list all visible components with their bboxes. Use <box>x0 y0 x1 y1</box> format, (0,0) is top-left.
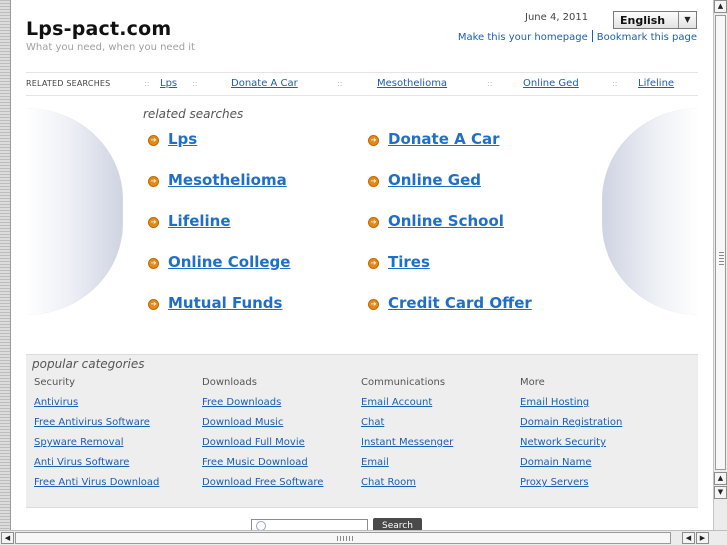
separator: :: <box>192 79 198 88</box>
site-title[interactable]: Lps-pact.com <box>26 18 171 40</box>
category-link[interactable]: Network Security <box>520 437 622 457</box>
scroll-up-arrow-icon[interactable]: ▲ <box>714 472 727 485</box>
category-heading: Security <box>34 377 76 388</box>
keyword-link[interactable]: Online School <box>388 212 504 230</box>
popular-categories-panel: popular categories Security Antivirus Fr… <box>26 354 698 508</box>
chevron-down-icon[interactable]: ▼ <box>678 12 696 28</box>
browser-frame-left <box>0 0 11 530</box>
arrow-circle-icon: ➔ <box>148 217 159 228</box>
scroll-left-arrow-icon[interactable]: ◀ <box>1 532 14 544</box>
category-link[interactable]: Email <box>361 457 453 477</box>
scroll-left-arrow-icon[interactable]: ◀ <box>682 532 695 544</box>
related-searches-bar: RELATED SEARCHES :: Lps :: Donate A Car … <box>26 72 698 96</box>
keyword-link[interactable]: Lifeline <box>168 212 231 230</box>
category-link[interactable]: Proxy Servers <box>520 477 622 497</box>
category-heading: Downloads <box>202 377 257 388</box>
category-column-security: Security Antivirus Free Antivirus Softwa… <box>34 377 159 497</box>
category-link[interactable]: Download Free Software <box>202 477 323 497</box>
bookmark-link[interactable]: Bookmark this page <box>597 32 697 43</box>
arrow-circle-icon: ➔ <box>368 217 379 228</box>
keyword-link[interactable]: Online College <box>168 253 290 271</box>
decorative-half-circle-right <box>602 108 699 315</box>
category-heading: Communications <box>361 377 446 388</box>
keyword-link[interactable]: Mesothelioma <box>168 171 287 189</box>
grip-icon <box>719 252 724 266</box>
arrow-circle-icon: ➔ <box>368 135 379 146</box>
link-divider <box>591 30 593 42</box>
category-link[interactable]: Instant Messenger <box>361 437 453 457</box>
web-page: Lps-pact.com What you need, when you nee… <box>11 0 713 530</box>
category-link[interactable]: Chat Room <box>361 477 453 497</box>
related-bar-link[interactable]: Mesothelioma <box>377 78 447 89</box>
language-select-value: English <box>620 14 666 27</box>
separator: :: <box>487 79 493 88</box>
horizontal-scroll-thumb[interactable] <box>15 532 671 544</box>
arrow-circle-icon: ➔ <box>368 299 379 310</box>
category-column-more: More Email Hosting Domain Registration N… <box>520 377 622 497</box>
category-link[interactable]: Chat <box>361 417 453 437</box>
category-link[interactable]: Anti Virus Software <box>34 457 159 477</box>
arrow-circle-icon: ➔ <box>148 258 159 269</box>
keyword-link[interactable]: Online Ged <box>388 171 481 189</box>
related-bar-link[interactable]: Lifeline <box>638 78 674 89</box>
category-heading: More <box>520 377 545 388</box>
arrow-circle-icon: ➔ <box>368 176 379 187</box>
category-column-downloads: Downloads Free Downloads Download Music … <box>202 377 323 497</box>
category-link[interactable]: Antivirus <box>34 397 159 417</box>
top-links: Make this your homepage Bookmark this pag… <box>458 30 697 43</box>
scroll-right-arrow-icon[interactable]: ▶ <box>696 532 709 544</box>
arrow-circle-icon: ➔ <box>148 135 159 146</box>
category-link[interactable]: Spyware Removal <box>34 437 159 457</box>
category-link[interactable]: Domain Name <box>520 457 622 477</box>
category-link[interactable]: Free Music Download <box>202 457 323 477</box>
category-link[interactable]: Free Anti Virus Download <box>34 477 159 497</box>
category-link[interactable]: Download Full Movie <box>202 437 323 457</box>
keyword-link[interactable]: Credit Card Offer <box>388 294 532 312</box>
site-tagline: What you need, when you need it <box>26 42 195 53</box>
related-bar-link[interactable]: Donate A Car <box>231 78 298 89</box>
separator: :: <box>337 79 343 88</box>
search-input[interactable] <box>251 519 368 530</box>
keyword-link[interactable]: Tires <box>388 253 430 271</box>
scroll-down-arrow-icon[interactable]: ▼ <box>714 486 727 499</box>
related-bar-link[interactable]: Online Ged <box>523 78 579 89</box>
vertical-scroll-thumb[interactable] <box>715 15 726 470</box>
search-button[interactable]: Search <box>373 518 422 530</box>
decorative-half-circle-left <box>26 108 123 315</box>
current-date: June 4, 2011 <box>525 12 589 23</box>
category-link[interactable]: Download Music <box>202 417 323 437</box>
category-link[interactable]: Free Downloads <box>202 397 323 417</box>
vertical-scrollbar[interactable]: ▲ ▲ ▼ <box>713 0 727 530</box>
related-searches-title: related searches <box>143 107 244 121</box>
separator: :: <box>612 79 618 88</box>
make-homepage-link[interactable]: Make this your homepage <box>458 32 588 43</box>
keyword-link[interactable]: Mutual Funds <box>168 294 282 312</box>
category-link[interactable]: Email Account <box>361 397 453 417</box>
grip-icon <box>337 536 353 541</box>
category-column-communications: Communications Email Account Chat Instan… <box>361 377 453 497</box>
search-icon <box>256 521 266 530</box>
related-bar-link[interactable]: Lps <box>160 78 177 89</box>
scroll-up-arrow-icon[interactable]: ▲ <box>714 0 727 13</box>
arrow-circle-icon: ➔ <box>148 176 159 187</box>
separator: :: <box>144 79 150 88</box>
category-link[interactable]: Email Hosting <box>520 397 622 417</box>
arrow-circle-icon: ➔ <box>368 258 379 269</box>
arrow-circle-icon: ➔ <box>148 299 159 310</box>
popular-categories-title: popular categories <box>32 357 145 371</box>
category-link[interactable]: Domain Registration <box>520 417 622 437</box>
horizontal-scrollbar[interactable]: ◀ ◀ ▶ <box>0 530 727 545</box>
related-searches-label: RELATED SEARCHES <box>26 79 111 88</box>
category-link[interactable]: Free Antivirus Software <box>34 417 159 437</box>
keyword-link[interactable]: Lps <box>168 130 197 148</box>
language-select[interactable]: English ▼ <box>613 11 697 29</box>
keyword-link[interactable]: Donate A Car <box>388 130 499 148</box>
